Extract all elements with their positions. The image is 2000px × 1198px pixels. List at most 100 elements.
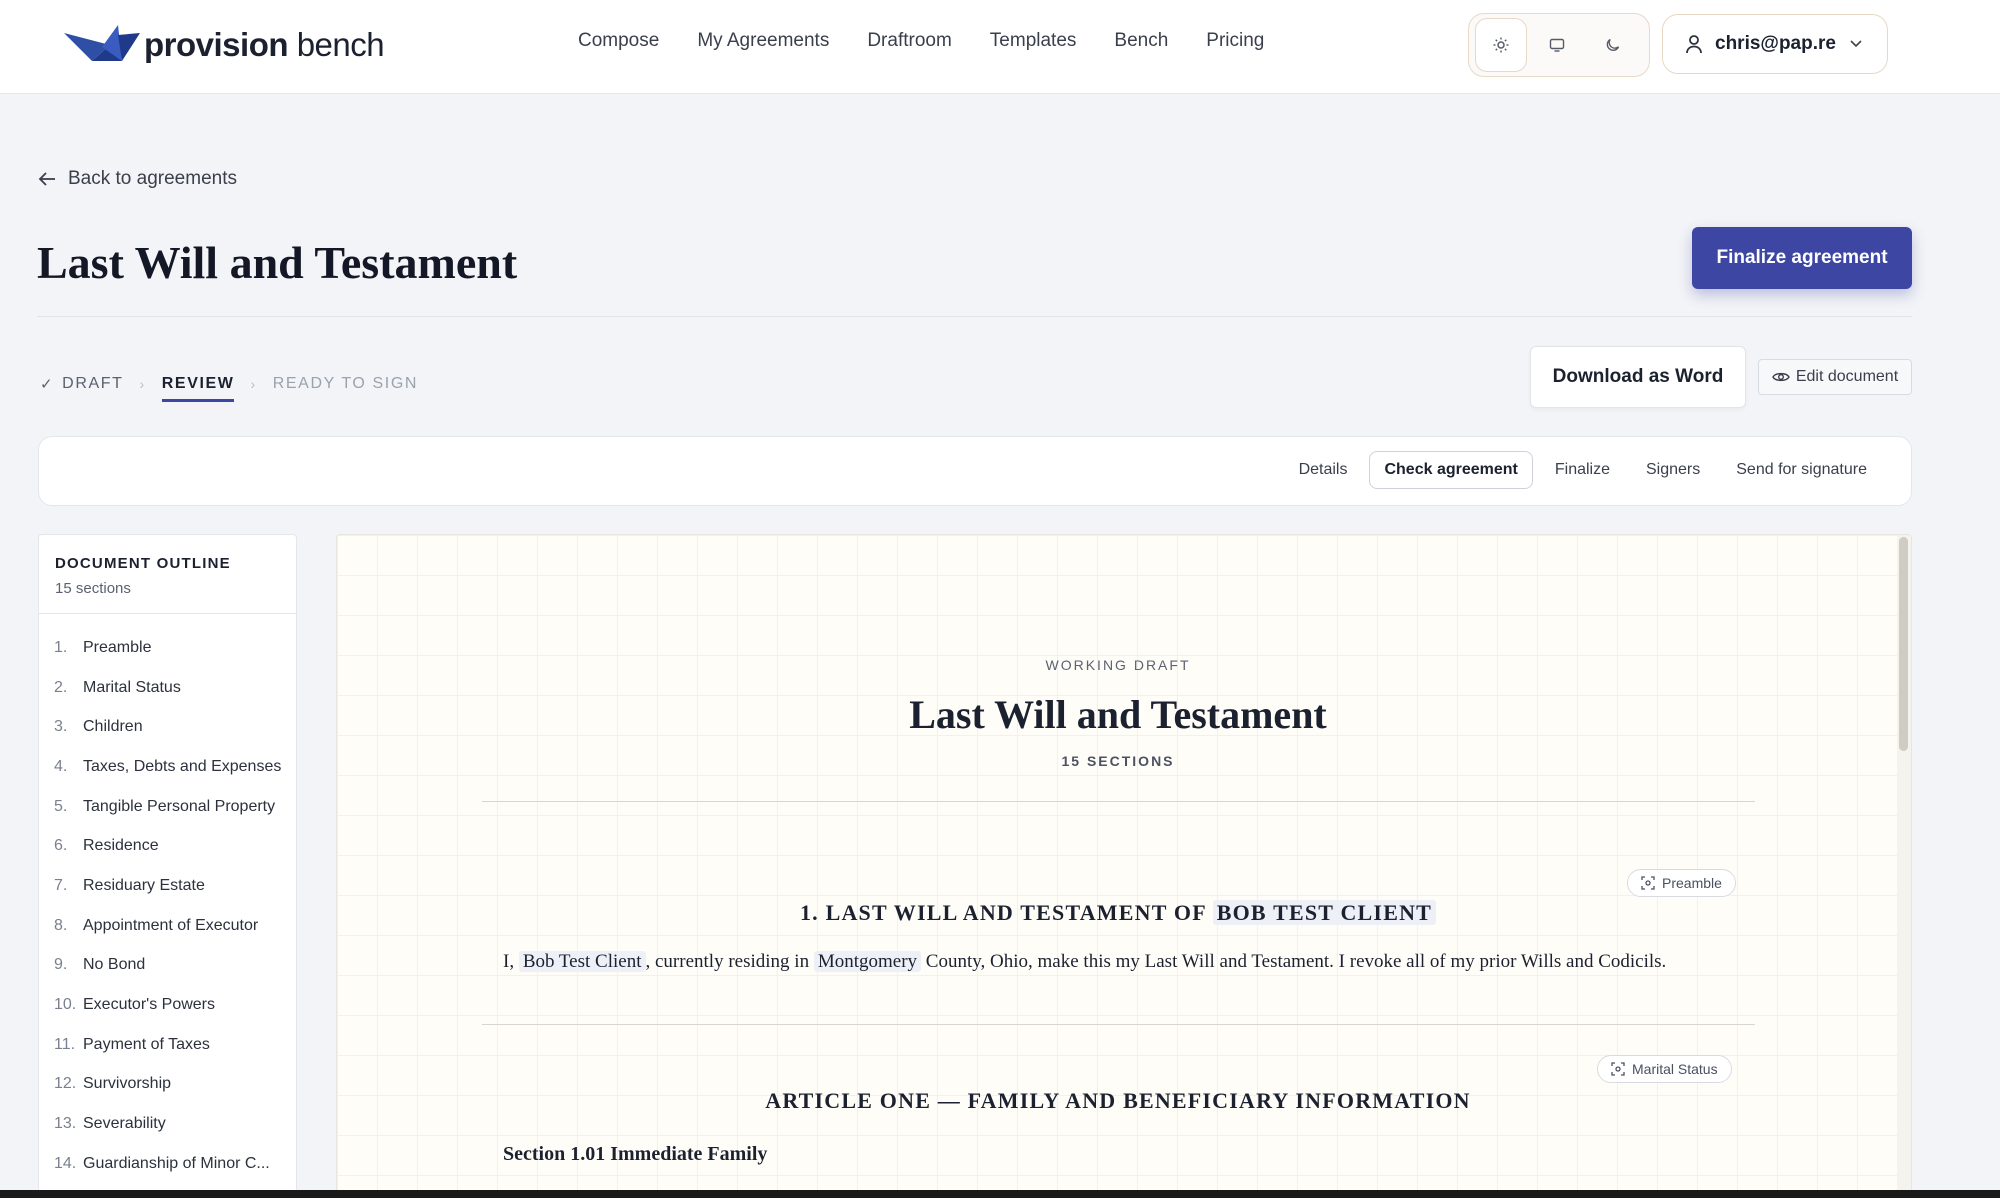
outline-item-label: Guardianship of Minor C... (83, 1154, 270, 1172)
dark-theme-button[interactable] (1587, 18, 1639, 72)
logo[interactable]: provision bench (62, 20, 385, 70)
monitor-icon (1549, 38, 1565, 52)
outline-item-label: Survivorship (83, 1075, 172, 1093)
outline-item-number: 3. (54, 718, 68, 736)
outline-item-number: 4. (54, 757, 68, 775)
light-theme-button[interactable] (1475, 18, 1528, 72)
outline-item[interactable]: 5. Tangible Personal Property (39, 787, 296, 827)
outline-item-number: 6. (54, 837, 68, 855)
eye-icon (1772, 372, 1790, 382)
outline-item-number: 11. (54, 1035, 76, 1053)
focus-icon (1641, 876, 1655, 890)
nav-pricing[interactable]: Pricing (1206, 30, 1264, 52)
client-name-field[interactable]: BOB TEST CLIENT (1212, 900, 1437, 925)
chevron-right-icon: › (250, 376, 257, 392)
document-title: Last Will and Testament (909, 692, 1327, 737)
nav-draftroom[interactable]: Draftroom (867, 30, 951, 52)
outline-item-number: 13. (54, 1115, 77, 1133)
outline-item-label: Children (83, 718, 143, 736)
outline-item-label: Payment of Taxes (83, 1035, 210, 1053)
article-one-title: ARTICLE ONE — FAMILY AND BENEFICIARY INF… (765, 1088, 1471, 1113)
document-preview[interactable]: WORKING DRAFT Last Will and Testament 15… (336, 534, 1912, 1198)
taskbar-strip (0, 1190, 2000, 1198)
outline-item[interactable]: 10. Executor's Powers (39, 985, 296, 1025)
step-ready-to-sign[interactable]: READY TO SIGN (273, 375, 418, 393)
outline-item-label: Severability (83, 1115, 166, 1133)
outline-item[interactable]: 4. Taxes, Debts and Expenses (39, 747, 296, 787)
header-divider (37, 316, 1912, 317)
outline-item[interactable]: 6. Residence (39, 826, 296, 866)
chevron-down-icon (1850, 40, 1862, 48)
preamble-paragraph: I, Bob Test Client, currently residing i… (503, 951, 1667, 972)
outline-item[interactable]: 9. No Bond (39, 946, 296, 986)
outline-item-number: 5. (54, 797, 68, 815)
section-tag-label: Preamble (1662, 875, 1722, 891)
tab-check-agreement[interactable]: Check agreement (1369, 451, 1533, 489)
section-divider (482, 1024, 1755, 1025)
section-1-01-heading: Section 1.01 Immediate Family (503, 1143, 768, 1165)
tab-send-for-signature[interactable]: Send for signature (1722, 452, 1881, 488)
download-word-button[interactable]: Download as Word (1530, 346, 1746, 408)
outline-count: 15 sections (55, 580, 131, 597)
user-email: chris@pap.re (1715, 33, 1836, 54)
back-label: Back to agreements (68, 168, 237, 189)
user-menu-button[interactable]: chris@pap.re (1662, 14, 1888, 74)
outline-item-label: Preamble (83, 638, 152, 656)
outline-item-label: Appointment of Executor (83, 916, 259, 934)
nav-compose[interactable]: Compose (578, 30, 659, 52)
outline-item-label: Residence (83, 837, 159, 855)
step-draft[interactable]: ✓ DRAFT (40, 375, 124, 393)
scrollbar-thumb[interactable] (1899, 537, 1908, 751)
outline-item-label: Executor's Powers (83, 996, 215, 1014)
agreement-tabbar: Details Check agreement Finalize Signers… (38, 436, 1912, 506)
workflow-steps: ✓ DRAFT › REVIEW › READY TO SIGN (40, 366, 418, 402)
nav-my-agreements[interactable]: My Agreements (697, 30, 829, 52)
outline-item-number: 9. (54, 956, 68, 974)
tab-finalize[interactable]: Finalize (1541, 452, 1624, 488)
outline-item-label: Taxes, Debts and Expenses (83, 757, 282, 775)
section-tag-label: Marital Status (1632, 1061, 1718, 1077)
outline-list: 1. Preamble 2. Marital Status 3. Children 4. Ta… (39, 614, 296, 1184)
paper-boat-logo-icon (64, 25, 140, 61)
county-field[interactable]: Montgomery (813, 951, 922, 972)
sun-icon (1493, 37, 1509, 53)
nav-bench[interactable]: Bench (1114, 30, 1168, 52)
outline-item-label: No Bond (83, 956, 146, 974)
document-divider (482, 801, 1755, 802)
outline-item-number: 10. (54, 996, 77, 1014)
system-theme-button[interactable] (1531, 18, 1583, 72)
document-scrollbar[interactable] (1897, 535, 1911, 1197)
outline-item[interactable]: 7. Residuary Estate (39, 866, 296, 906)
finalize-agreement-button[interactable]: Finalize agreement (1692, 227, 1912, 289)
outline-item[interactable]: 13. Severability (39, 1104, 296, 1144)
tab-signers[interactable]: Signers (1632, 452, 1714, 488)
section-tag-preamble[interactable]: Preamble (1627, 869, 1736, 897)
nav-templates[interactable]: Templates (990, 30, 1077, 52)
client-name-field[interactable]: Bob Test Client (518, 951, 646, 972)
outline-item-label: Tangible Personal Property (83, 797, 276, 815)
outline-item[interactable]: 2. Marital Status (39, 668, 296, 708)
arrow-left-icon (38, 172, 55, 186)
section-tag-marital-status[interactable]: Marital Status (1597, 1055, 1732, 1083)
outline-item-label: Marital Status (83, 678, 181, 696)
main-nav: Compose My Agreements Draftroom Template… (578, 30, 1302, 52)
edit-document-button[interactable]: Edit document (1758, 359, 1912, 395)
outline-item[interactable]: 8. Appointment of Executor (39, 906, 296, 946)
step-review[interactable]: REVIEW (161, 375, 235, 402)
tab-details[interactable]: Details (1285, 452, 1362, 488)
document-outline: DOCUMENT OUTLINE 15 sections 1. Preamble 2… (38, 534, 297, 1198)
sections-count-label: 15 SECTIONS (1061, 753, 1175, 769)
outline-item[interactable]: 11. Payment of Taxes (39, 1025, 296, 1065)
outline-item[interactable]: 3. Children (39, 707, 296, 747)
outline-item-label: Residuary Estate (83, 876, 205, 894)
outline-item[interactable]: 1. Preamble (39, 628, 296, 668)
user-icon (1686, 35, 1702, 54)
outline-item[interactable]: 14. Guardianship of Minor C... (39, 1144, 296, 1184)
back-to-agreements-link[interactable]: Back to agreements (38, 168, 237, 190)
section-title-preamble: 1. LAST WILL AND TESTAMENT OF BOB TEST C… (337, 900, 1899, 926)
outline-title: DOCUMENT OUTLINE (55, 555, 231, 572)
step-draft-label: DRAFT (62, 375, 124, 392)
outline-item-number: 12. (54, 1075, 77, 1093)
outline-item-number: 8. (54, 916, 68, 934)
outline-item[interactable]: 12. Survivorship (39, 1065, 296, 1105)
